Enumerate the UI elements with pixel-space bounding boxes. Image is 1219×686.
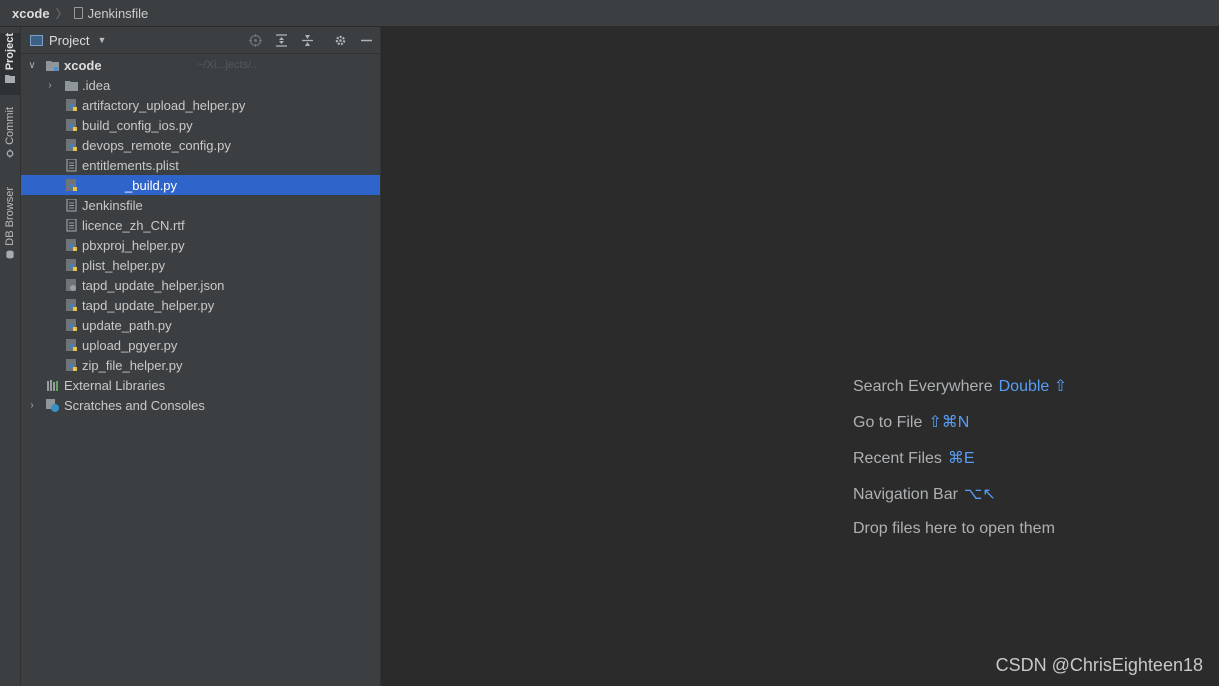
python-file-icon: [66, 178, 77, 191]
tree-item[interactable]: upload_pgyer.py: [21, 335, 380, 355]
tree-item-label: update_path.py: [82, 317, 172, 333]
breadcrumb-root[interactable]: xcode: [12, 6, 50, 21]
editor-hint-label: Drop files here to open them: [853, 520, 1055, 537]
editor-hint: Go to File ⇧⌘N: [853, 412, 969, 432]
navigation-bar: xcode 〉 Jenkinsfile: [0, 0, 1219, 27]
tree-item-label: entitlements.plist: [82, 157, 179, 173]
editor-hint-label: Recent Files: [853, 450, 942, 467]
breadcrumb-separator-icon: 〉: [55, 6, 68, 21]
python-file-icon: [66, 358, 77, 371]
tree-item-label: upload_pgyer.py: [82, 337, 178, 353]
tree-root-row[interactable]: ∨ xcode ~/Xi...jects/..: [21, 55, 380, 75]
editor-hint: Navigation Bar ⌥↖: [853, 484, 996, 504]
editor-hint-shortcut: ⇧⌘N: [928, 414, 970, 431]
tool-window-db-browser[interactable]: DB Browser: [0, 187, 20, 271]
file-icon: [73, 7, 83, 19]
python-file-icon: [66, 338, 77, 351]
tree-item-label: pbxproj_helper.py: [82, 237, 185, 253]
python-file-icon: [66, 118, 77, 131]
python-file-icon: [66, 138, 77, 151]
chevron-down-icon[interactable]: ▼: [97, 35, 106, 45]
chevron-right-icon[interactable]: ›: [27, 400, 37, 411]
tree-root-label: xcode: [64, 57, 102, 73]
tree-item-label: zip_file_helper.py: [82, 357, 183, 373]
library-icon: [47, 379, 58, 391]
locate-file-icon[interactable]: [247, 32, 263, 48]
tree-item-label: build_config_ios.py: [82, 117, 193, 133]
tree-external-libraries[interactable]: External Libraries: [21, 375, 380, 395]
collapse-all-icon[interactable]: [299, 32, 315, 48]
tree-item-label: _build.py: [125, 177, 178, 193]
folder-icon: [5, 75, 15, 84]
tree-item[interactable]: tapd_update_helper.py: [21, 295, 380, 315]
text-file-icon: [66, 158, 77, 172]
commit-icon: [6, 148, 14, 158]
python-file-icon: [66, 98, 77, 111]
editor-hint-shortcut: ⌥↖: [963, 486, 996, 503]
project-panel-title[interactable]: Project: [49, 33, 89, 48]
tree-item[interactable]: artifactory_upload_helper.py: [21, 95, 380, 115]
tool-window-commit-label: Commit: [4, 107, 16, 145]
tree-item-label: .idea: [82, 77, 111, 93]
editor-area[interactable]: Search Everywhere Double ⇧ Go to File ⇧⌘N Re…: [381, 27, 1219, 686]
editor-hint: Search Everywhere Double ⇧: [853, 376, 1067, 396]
tree-item[interactable]: _build.py: [21, 175, 380, 195]
python-file-icon: [66, 258, 77, 271]
module-folder-icon: [46, 60, 59, 71]
tree-item-label: Scratches and Consoles: [64, 397, 205, 413]
expand-all-icon[interactable]: [273, 32, 289, 48]
tree-item-label: tapd_update_helper.py: [82, 297, 215, 313]
tree-item[interactable]: › .idea: [21, 75, 380, 95]
tree-item-label: licence_zh_CN.rtf: [82, 217, 185, 233]
breadcrumb-file[interactable]: Jenkinsfile: [88, 6, 149, 21]
project-panel: Project ▼ ∨ xcode ~/Xi...jects/.. › .idea…: [21, 27, 381, 686]
tree-item[interactable]: build_config_ios.py: [21, 115, 380, 135]
python-file-icon: [66, 318, 77, 331]
tool-window-commit[interactable]: Commit: [0, 107, 20, 167]
project-view-icon: [30, 34, 43, 46]
tree-item[interactable]: entitlements.plist: [21, 155, 380, 175]
tool-window-project[interactable]: Project: [0, 33, 20, 95]
json-file-icon: [66, 278, 76, 291]
project-panel-header: Project ▼: [21, 27, 380, 54]
editor-hint-label: Go to File: [853, 414, 923, 431]
tool-window-db-browser-label: DB Browser: [4, 187, 16, 246]
tree-root-path: ~/Xi...jects/..: [197, 59, 258, 71]
python-file-icon: [66, 298, 77, 311]
tree-item-label: tapd_update_helper.json: [82, 277, 225, 293]
editor-hint-shortcut: ⌘E: [947, 450, 975, 467]
tree-item-label: External Libraries: [64, 377, 166, 393]
tree-item-label: artifactory_upload_helper.py: [82, 97, 246, 113]
editor-hint-label: Search Everywhere: [853, 378, 993, 395]
chevron-down-icon[interactable]: ∨: [27, 60, 37, 71]
gear-icon[interactable]: [332, 32, 348, 48]
tree-item[interactable]: pbxproj_helper.py: [21, 235, 380, 255]
tree-item[interactable]: devops_remote_config.py: [21, 135, 380, 155]
tree-item[interactable]: Jenkinsfile: [21, 195, 380, 215]
folder-icon: [65, 80, 78, 91]
text-file-icon: [66, 198, 77, 212]
chevron-right-icon[interactable]: ›: [45, 80, 55, 91]
tree-item[interactable]: tapd_update_helper.json: [21, 275, 380, 295]
tree-item-label: plist_helper.py: [82, 257, 166, 273]
hide-panel-icon[interactable]: [358, 32, 374, 48]
scratches-icon: [46, 398, 59, 412]
editor-hint: Drop files here to open them: [853, 520, 1055, 538]
tree-item-label: devops_remote_config.py: [82, 137, 231, 153]
tool-window-strip: Project Commit DB Browser: [0, 27, 21, 686]
editor-hint-label: Navigation Bar: [853, 486, 958, 503]
watermark: CSDN @ChrisEighteen18: [995, 655, 1203, 675]
tree-item[interactable]: update_path.py: [21, 315, 380, 335]
tree-item[interactable]: plist_helper.py: [21, 255, 380, 275]
text-file-icon: [66, 218, 77, 232]
database-icon: [6, 250, 14, 259]
python-file-icon: [66, 238, 77, 251]
tool-window-project-label: Project: [4, 33, 16, 71]
editor-hint-shortcut: Double ⇧: [998, 378, 1068, 395]
tree-item-label: Jenkinsfile: [82, 197, 143, 213]
tree-item[interactable]: licence_zh_CN.rtf: [21, 215, 380, 235]
tree-scratches[interactable]: › Scratches and Consoles: [21, 395, 380, 415]
tree-item[interactable]: zip_file_helper.py: [21, 355, 380, 375]
editor-hint: Recent Files ⌘E: [853, 448, 975, 468]
